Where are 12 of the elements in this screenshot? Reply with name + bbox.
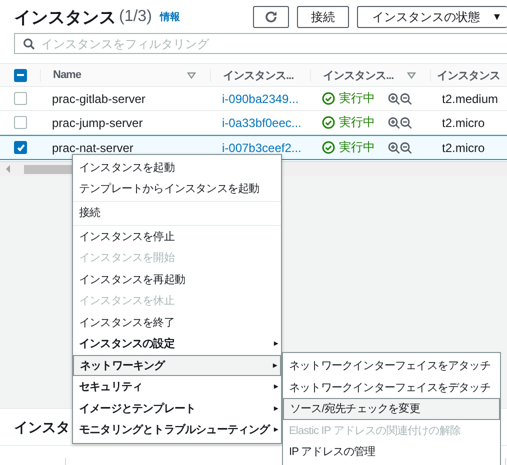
panel-title: インスタ xyxy=(14,419,70,435)
instance-type: t2.micro xyxy=(442,140,485,154)
instance-count: (1/3) xyxy=(119,8,152,26)
instance-type: t2.micro xyxy=(442,116,485,130)
instance-type: t2.medium xyxy=(442,92,498,106)
status-label: 実行中 xyxy=(339,90,375,107)
status-label: 実行中 xyxy=(339,139,375,156)
instance-name: prac-nat-server xyxy=(52,140,134,154)
instance-name: prac-jump-server xyxy=(52,116,143,130)
instance-name: prac-gitlab-server xyxy=(52,92,146,106)
status-label: 実行中 xyxy=(339,114,375,131)
page-title: インスタンス xyxy=(14,6,116,28)
